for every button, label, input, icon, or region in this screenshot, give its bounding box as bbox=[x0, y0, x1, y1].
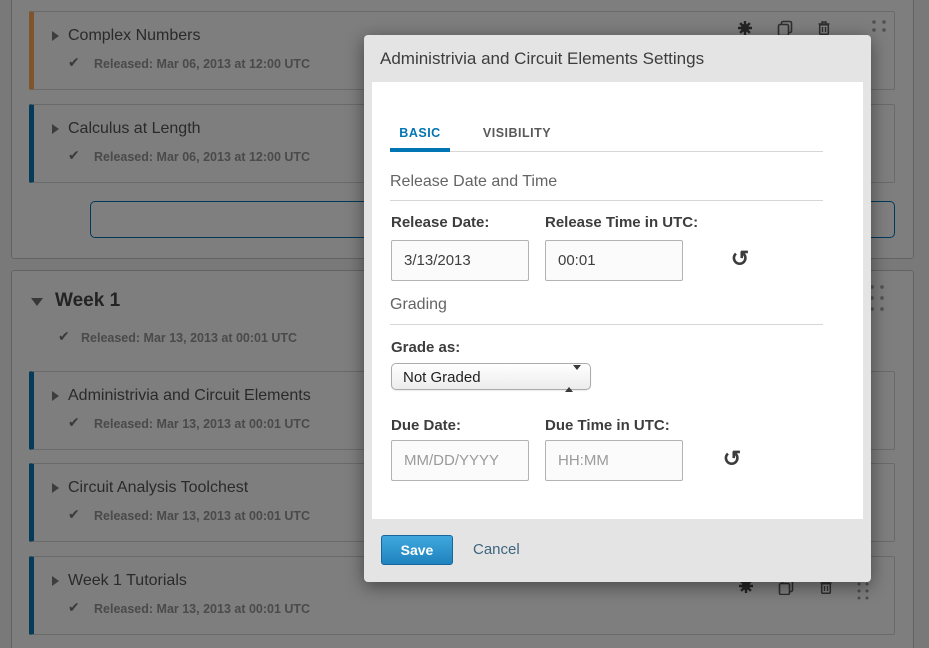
due-date-label: Due Date: bbox=[391, 417, 461, 434]
grade-as-selected-value: Not Graded bbox=[403, 369, 481, 386]
release-time-input[interactable] bbox=[545, 240, 683, 281]
release-section-heading: Release Date and Time bbox=[390, 173, 557, 191]
due-time-input[interactable] bbox=[545, 440, 683, 481]
active-tab-underline bbox=[390, 148, 450, 152]
divider bbox=[390, 200, 823, 201]
reset-due-date-icon[interactable]: ↺ bbox=[719, 446, 745, 472]
tab-visibility[interactable]: VISIBILITY bbox=[477, 126, 557, 140]
select-arrows-icon bbox=[565, 370, 581, 388]
divider bbox=[390, 151, 823, 152]
cancel-link[interactable]: Cancel bbox=[473, 541, 520, 558]
grading-section-heading: Grading bbox=[390, 296, 447, 314]
grade-as-select[interactable]: Not Graded bbox=[391, 363, 591, 390]
modal-body: BASIC VISIBILITY Release Date and Time R… bbox=[372, 82, 863, 519]
save-button[interactable]: Save bbox=[381, 535, 453, 565]
release-date-label: Release Date: bbox=[391, 214, 489, 231]
modal-header: Administrivia and Circuit Elements Setti… bbox=[364, 35, 871, 82]
due-date-input[interactable] bbox=[391, 440, 529, 481]
divider bbox=[390, 324, 823, 325]
tab-basic[interactable]: BASIC bbox=[390, 126, 450, 140]
reset-release-date-icon[interactable]: ↺ bbox=[727, 246, 753, 272]
due-time-label: Due Time in UTC: bbox=[545, 417, 670, 434]
release-time-label: Release Time in UTC: bbox=[545, 214, 698, 231]
release-date-input[interactable] bbox=[391, 240, 529, 281]
grade-as-label: Grade as: bbox=[391, 339, 460, 356]
modal-title: Administrivia and Circuit Elements Setti… bbox=[380, 49, 704, 69]
subsection-settings-modal: Administrivia and Circuit Elements Setti… bbox=[364, 35, 871, 582]
